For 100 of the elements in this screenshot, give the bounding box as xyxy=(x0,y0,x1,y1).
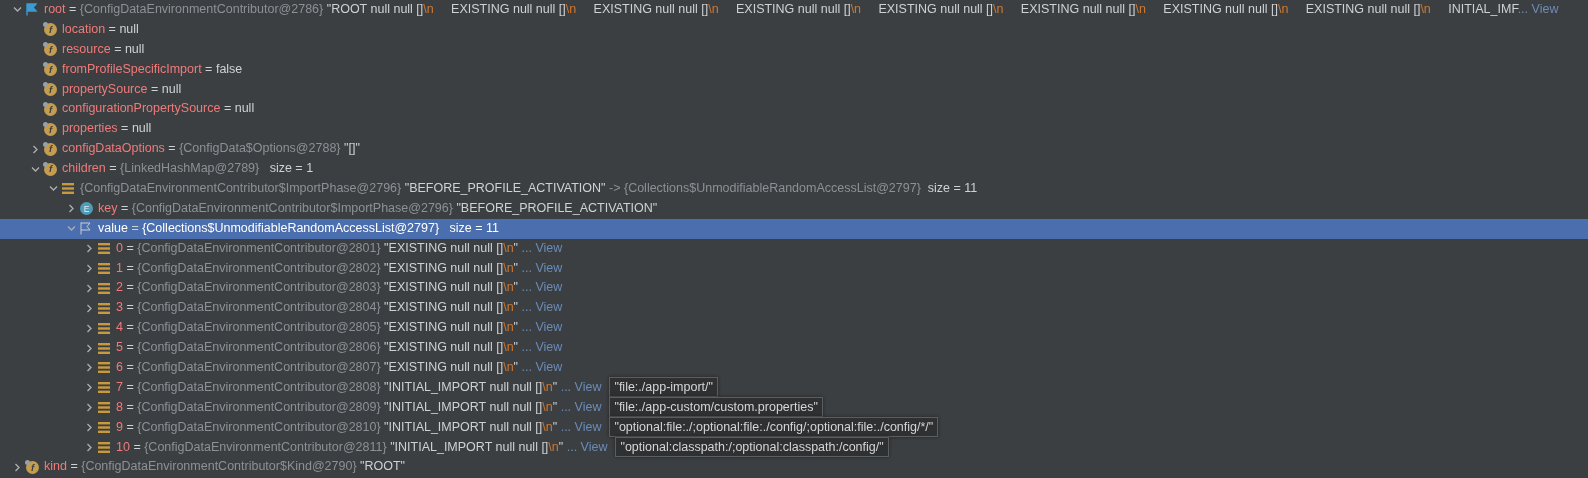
tree-row[interactable]: 1 = {ConfigDataEnvironmentContributor@2802} "EXISTING null null []\n" ... View xyxy=(0,258,1588,279)
tree-row[interactable]: f configurationPropertySource = null xyxy=(0,99,1588,120)
tree-row[interactable]: 5 = {ConfigDataEnvironmentContributor@2806} "EXISTING null null []\n" ... View xyxy=(0,338,1588,359)
equals-sign: = xyxy=(126,260,134,275)
equals-sign: = xyxy=(108,22,116,37)
tree-row[interactable]: f properties = null xyxy=(0,119,1588,140)
ellipsis: ... xyxy=(520,320,532,335)
tree-row[interactable]: 3 = {ConfigDataEnvironmentContributor@2804} "EXISTING null null []\n" ... View xyxy=(0,298,1588,319)
tree-row[interactable]: E key = {ConfigDataEnvironmentContributor$ImportPhase@2796} "BEFORE_PROFILE_ACTIVATION" xyxy=(0,198,1588,219)
tree-row[interactable]: 8 = {ConfigDataEnvironmentContributor@2809} "INITIAL_IMPORT null null []\n" ... View "file:./app-custom/custom.properties" xyxy=(0,397,1588,418)
chevron-icon[interactable] xyxy=(30,164,40,174)
size-label: size = 1 xyxy=(269,161,314,176)
chevron-icon[interactable] xyxy=(84,343,94,353)
ellipsis: ... xyxy=(520,300,532,315)
variable-name: configurationPropertySource xyxy=(62,101,221,116)
tree-row[interactable]: 9 = {ConfigDataEnvironmentContributor@2810} "INITIAL_IMPORT null null []\n" ... View "optional:file:./;optional:file:./config/;optional:file:./config/*/" xyxy=(0,417,1588,438)
tree-row[interactable]: f children = {LinkedHashMap@2789} size = 1 xyxy=(0,159,1588,179)
list-entry-icon xyxy=(98,263,110,274)
list-entry-icon xyxy=(98,362,110,374)
object-type: {ConfigDataEnvironmentContributor$Kind@2790} xyxy=(81,459,357,474)
chevron-icon[interactable] xyxy=(84,423,94,433)
equals-sign: = xyxy=(126,300,134,315)
variable-value: null xyxy=(131,121,152,136)
chevron-icon[interactable] xyxy=(84,244,94,254)
equals-sign: = xyxy=(69,2,77,17)
tree-row[interactable]: f resource = null xyxy=(0,39,1588,60)
tree-row[interactable]: 2 = {ConfigDataEnvironmentContributor@2803} "EXISTING null null []\n" ... View xyxy=(0,278,1588,299)
variable-name: value xyxy=(98,221,128,236)
variable-name: properties xyxy=(62,121,118,136)
equals-sign: = xyxy=(150,81,159,96)
variable-value: null xyxy=(119,22,139,37)
variable-name: children xyxy=(62,161,106,176)
tree-row[interactable]: 6 = {ConfigDataEnvironmentContributor@2807} "EXISTING null null []\n" ... View xyxy=(0,358,1588,378)
variable-name: 8 xyxy=(116,400,123,415)
object-type: {Collections$UnmodifiableRandomAccessList@2797} xyxy=(142,221,440,236)
variable-value: "ROOT null null []\n EXISTING null null []\n EXISTING null null []\n EXISTING null null []\n EXISTING null null []\n EXISTING null null []\n EXISTING null null []\n EXISTING null null []\n INITIAL_IMF xyxy=(326,2,1518,17)
tree-row[interactable]: 4 = {ConfigDataEnvironmentContributor@2805} "EXISTING null null []\n" ... View xyxy=(0,318,1588,339)
tree-row[interactable]: {ConfigDataEnvironmentContributor$ImportPhase@2796} "BEFORE_PROFILE_ACTIVATION" -> {Collections$UnmodifiableRandomAccessList@2797} size = 11 xyxy=(0,179,1588,199)
object-type: {ConfigDataEnvironmentContributor@2802} xyxy=(137,260,381,275)
variable-name: root xyxy=(44,2,66,17)
list-entry-icon xyxy=(98,442,110,454)
map-arrow: -> xyxy=(609,181,621,196)
tree-row[interactable]: value = {Collections$UnmodifiableRandomAccessList@2797} size = 11 xyxy=(0,218,1588,239)
chevron-icon[interactable] xyxy=(84,403,94,413)
tree-row[interactable]: 7 = {ConfigDataEnvironmentContributor@2808} "INITIAL_IMPORT null null []\n" ... View "file:./app-import/" xyxy=(0,377,1588,398)
variable-value: "EXISTING null null []\n" xyxy=(384,280,519,295)
equals-sign: = xyxy=(126,280,134,295)
size-label: size = 11 xyxy=(449,221,499,236)
chevron-icon[interactable] xyxy=(84,383,94,393)
chevron-icon[interactable] xyxy=(84,283,94,293)
ellipsis: ... xyxy=(520,360,532,375)
object-type: {Collections$UnmodifiableRandomAccessList@2797} xyxy=(623,181,921,196)
variable-value: "INITIAL_IMPORT null null []\n" xyxy=(390,439,564,454)
variable-name: 10 xyxy=(116,439,130,454)
list-entry-icon xyxy=(98,422,110,434)
chevron-icon[interactable] xyxy=(84,323,94,333)
equals-sign: = xyxy=(205,61,213,76)
field-icon: f xyxy=(44,142,57,156)
equals-sign: = xyxy=(120,201,129,216)
field-icon: f xyxy=(44,63,57,77)
chevron-icon[interactable] xyxy=(12,5,22,15)
tree-row[interactable]: f fromProfileSpecificImport = false xyxy=(0,59,1588,80)
object-type: {ConfigDataEnvironmentContributor$ImportPhase@2796} xyxy=(80,181,402,196)
variable-value: false xyxy=(215,61,243,76)
ellipsis: ... xyxy=(520,260,532,275)
tree-row[interactable]: 0 = {ConfigDataEnvironmentContributor@2801} "EXISTING null null []\n" ... View xyxy=(0,238,1588,259)
ellipsis: ... xyxy=(559,419,572,434)
variable-name: 0 xyxy=(116,240,123,255)
chevron-icon[interactable] xyxy=(84,363,94,373)
field-icon: f xyxy=(44,122,57,136)
chevron-icon[interactable] xyxy=(66,204,76,214)
tree-row[interactable]: 10 = {ConfigDataEnvironmentContributor@2811} "INITIAL_IMPORT null null []\n" ... View "optional:classpath:/;optional:classpath:/config/" xyxy=(0,437,1588,458)
object-type: {LinkedHashMap@2789} xyxy=(120,161,260,176)
tree-row[interactable]: f configDataOptions = {ConfigData$Options@2788} "[]" xyxy=(0,139,1588,160)
variable-name: propertySource xyxy=(62,81,148,96)
variable-value: null xyxy=(234,101,255,116)
object-type: {ConfigDataEnvironmentContributor@2804} xyxy=(137,300,381,315)
equals-sign: = xyxy=(126,419,134,434)
chevron-icon[interactable] xyxy=(84,264,94,273)
chevron-icon[interactable] xyxy=(84,443,94,453)
object-type: {ConfigDataEnvironmentContributor@2801} xyxy=(137,240,381,255)
chevron-icon[interactable] xyxy=(84,303,94,313)
variable-value: "INITIAL_IMPORT null null []\n" xyxy=(384,400,558,415)
chevron-icon[interactable] xyxy=(12,462,22,472)
flag-icon xyxy=(80,222,91,236)
tree-row[interactable]: f kind = {ConfigDataEnvironmentContributor$Kind@2790} "ROOT" xyxy=(0,457,1588,478)
variable-value: null xyxy=(124,42,145,57)
field-icon: f xyxy=(26,460,39,474)
chevron-icon[interactable] xyxy=(30,144,40,154)
equals-sign: = xyxy=(126,400,134,415)
variable-value: "BEFORE_PROFILE_ACTIVATION" xyxy=(456,201,658,216)
equals-sign: = xyxy=(131,221,139,236)
ellipsis: ... xyxy=(565,439,578,454)
tree-row[interactable]: f propertySource = null xyxy=(0,79,1588,100)
tree-row[interactable]: f location = null xyxy=(0,19,1588,40)
variable-name: 1 xyxy=(116,260,123,275)
variable-value: "EXISTING null null []\n" xyxy=(384,300,519,315)
tooltip: "file:./app-import/" xyxy=(609,377,718,398)
chevron-icon[interactable] xyxy=(48,184,58,194)
tooltip: "optional:file:./;optional:file:./config/;optional:file:./config/*/" xyxy=(609,416,939,437)
